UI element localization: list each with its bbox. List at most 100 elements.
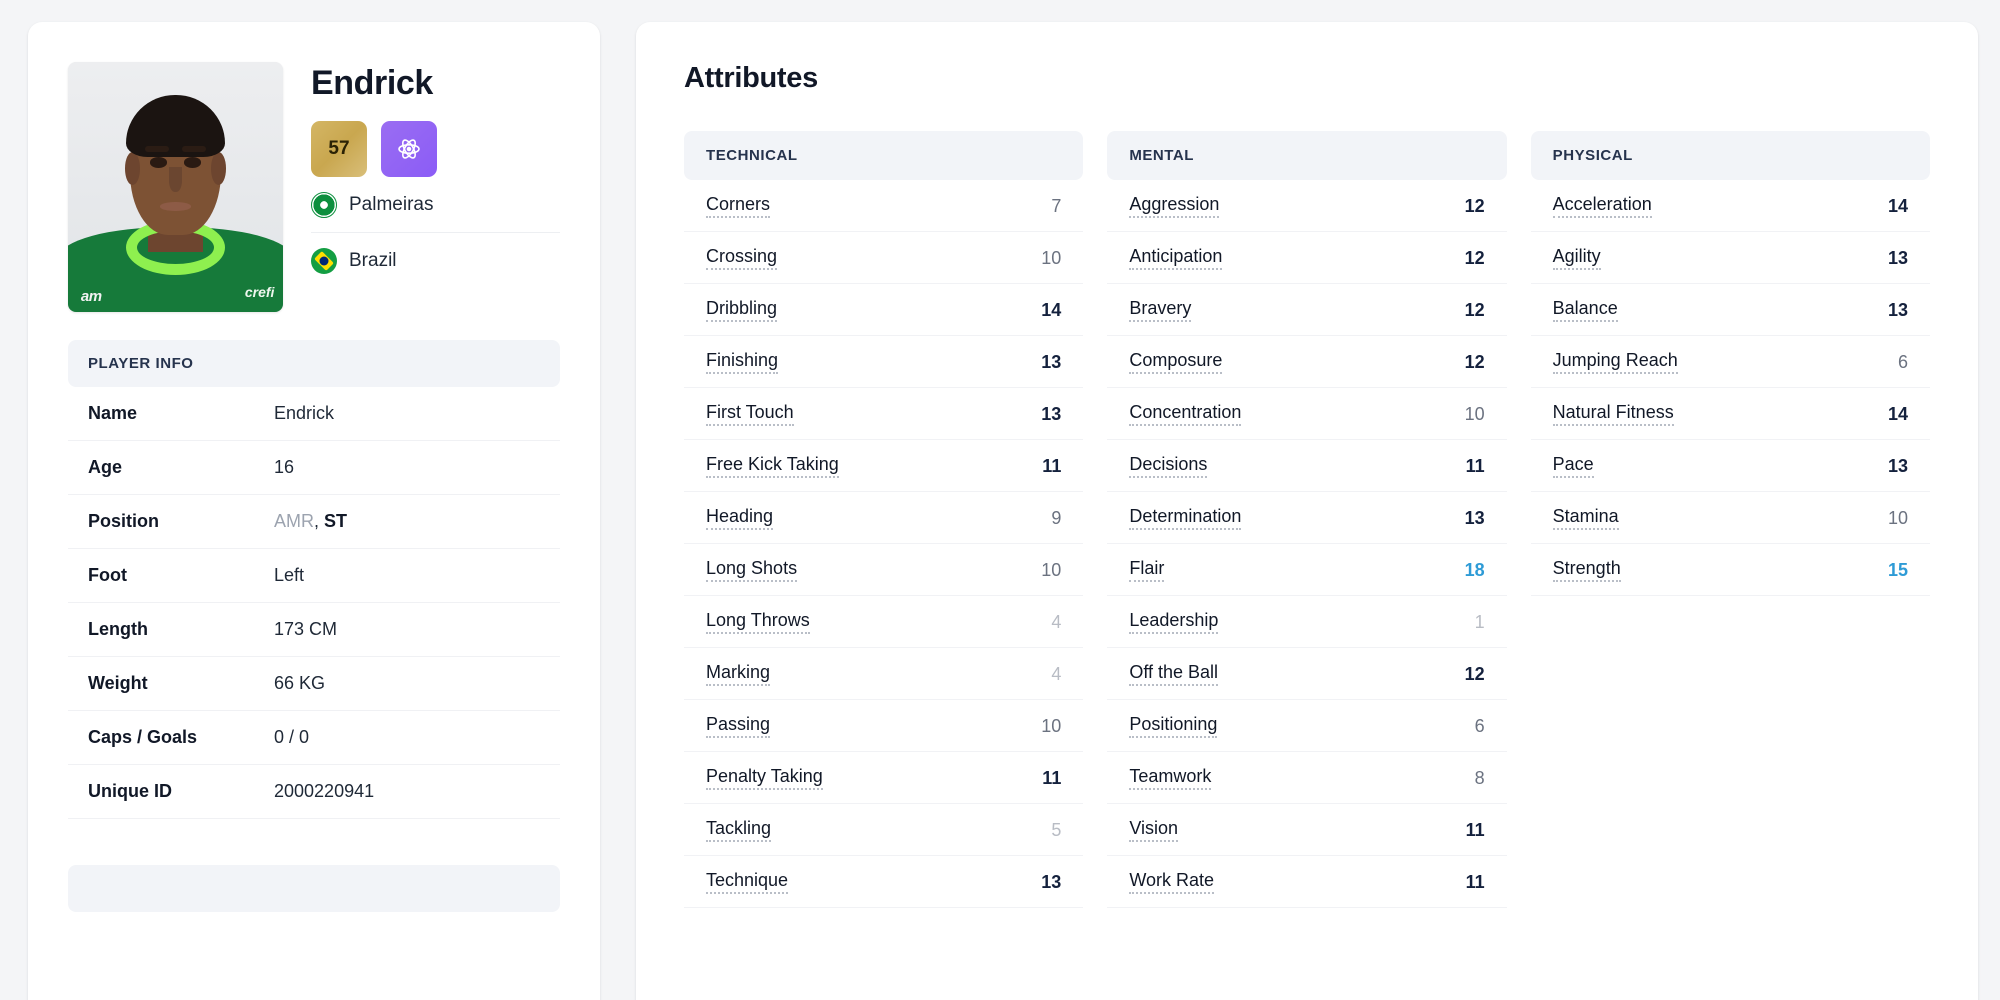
- attributes-title: Attributes: [684, 62, 818, 94]
- attribute-name[interactable]: Bravery: [1129, 298, 1192, 322]
- info-value: AMR, ST: [274, 511, 347, 532]
- info-value: 66 KG: [274, 673, 326, 693]
- attribute-name[interactable]: Long Shots: [706, 558, 798, 582]
- photo-eye-right: [184, 157, 202, 168]
- attribute-row: Work Rate 11: [1107, 856, 1507, 908]
- attribute-row: Finishing 13: [684, 336, 1084, 388]
- attribute-name[interactable]: Work Rate: [1129, 870, 1215, 894]
- club-row[interactable]: Palmeiras: [311, 177, 560, 233]
- attribute-name[interactable]: Acceleration: [1552, 194, 1652, 218]
- attribute-name[interactable]: Crossing: [706, 246, 778, 270]
- current-ability-badge[interactable]: 57: [311, 121, 367, 177]
- attribute-value: 14: [1041, 299, 1062, 320]
- attribute-row: Jumping Reach 6: [1530, 336, 1930, 388]
- column-heading: TECHNICAL: [684, 131, 1084, 180]
- attribute-name[interactable]: Teamwork: [1129, 766, 1212, 790]
- position-separator: ,: [314, 511, 325, 531]
- attribute-name[interactable]: Stamina: [1552, 506, 1619, 530]
- attribute-row: Positioning 6: [1107, 700, 1507, 752]
- info-row-foot: Foot Left: [68, 549, 560, 603]
- info-row-unique-id: Unique ID 2000220941: [68, 765, 560, 819]
- attribute-row: Acceleration 14: [1530, 180, 1930, 232]
- player-profile-page: am crefi Endrick 57 Palmeiras Brazil PLA…: [0, 0, 2000, 1000]
- attribute-name[interactable]: Dribbling: [706, 298, 778, 322]
- attribute-column-physical: PHYSICAL Acceleration 14 Agility 13 Balance 1…: [1530, 131, 1930, 908]
- attribute-name[interactable]: Marking: [706, 662, 771, 686]
- attribute-name[interactable]: Technique: [706, 870, 789, 894]
- nation-row[interactable]: Brazil: [311, 233, 560, 288]
- attribute-value: 13: [1887, 247, 1908, 268]
- attribute-name[interactable]: Finishing: [706, 350, 779, 374]
- attribute-value: 9: [1051, 507, 1062, 528]
- attribute-value: 10: [1041, 715, 1062, 736]
- attribute-value: 12: [1464, 351, 1485, 372]
- attribute-row: Bravery 12: [1107, 284, 1507, 336]
- attribute-name[interactable]: Penalty Taking: [706, 766, 823, 790]
- attribute-value: 13: [1041, 351, 1062, 372]
- player-photo: am crefi: [68, 62, 283, 312]
- attribute-name[interactable]: Anticipation: [1129, 246, 1223, 270]
- attribute-value: 4: [1051, 663, 1062, 684]
- attribute-value: 6: [1897, 351, 1908, 372]
- attribute-value: 14: [1887, 195, 1908, 216]
- attribute-list-mental: Aggression 12 Anticipation 12 Bravery 12 Compo…: [1107, 180, 1507, 908]
- attribute-name[interactable]: Balance: [1552, 298, 1618, 322]
- info-value: 0 / 0: [274, 727, 310, 747]
- potential-ability-badge[interactable]: [381, 121, 437, 177]
- attribute-column-mental: MENTAL Aggression 12 Anticipation 12 Bravery…: [1107, 131, 1507, 908]
- attribute-row: Stamina 10: [1530, 492, 1930, 544]
- attribute-name[interactable]: Natural Fitness: [1552, 402, 1674, 426]
- attribute-name[interactable]: Free Kick Taking: [706, 454, 839, 478]
- photo-mouth: [160, 202, 191, 211]
- attribute-value: 11: [1042, 455, 1062, 476]
- attribute-row: Free Kick Taking 11: [684, 440, 1084, 492]
- attribute-value: 18: [1464, 559, 1485, 580]
- info-value: 2000220941: [274, 781, 375, 801]
- attribute-row: Aggression 12: [1107, 180, 1507, 232]
- player-info-heading: PLAYER INFO: [68, 340, 560, 387]
- attribute-name[interactable]: Corners: [706, 194, 771, 218]
- attribute-name[interactable]: Passing: [706, 714, 771, 738]
- attribute-name[interactable]: Pace: [1552, 454, 1594, 478]
- attribute-name[interactable]: Composure: [1129, 350, 1223, 374]
- attribute-name[interactable]: Positioning: [1129, 714, 1218, 738]
- attribute-name[interactable]: Flair: [1129, 558, 1165, 582]
- attribute-value: 8: [1474, 767, 1485, 788]
- photo-sponsor-left: am: [80, 287, 102, 305]
- attribute-value: 11: [1042, 767, 1062, 788]
- attribute-name[interactable]: Decisions: [1129, 454, 1208, 478]
- attribute-value: 15: [1887, 559, 1908, 580]
- attribute-row: Agility 13: [1530, 232, 1930, 284]
- attribute-row: Anticipation 12: [1107, 232, 1507, 284]
- attribute-row: Strength 15: [1530, 544, 1930, 596]
- attributes-card: Attributes TECHNICAL Corners 7 Crossing 10 D…: [636, 22, 1978, 1000]
- attribute-name[interactable]: Strength: [1552, 558, 1621, 582]
- attribute-value: 14: [1887, 403, 1908, 424]
- info-row-age: Age 16: [68, 441, 560, 495]
- info-row-weight: Weight 66 KG: [68, 657, 560, 711]
- attribute-name[interactable]: Long Throws: [706, 610, 810, 634]
- attribute-name[interactable]: Leadership: [1129, 610, 1219, 634]
- info-row-position: Position AMR, ST: [68, 495, 560, 549]
- attribute-name[interactable]: Heading: [706, 506, 774, 530]
- attribute-name[interactable]: First Touch: [706, 402, 794, 426]
- attribute-name[interactable]: Tackling: [706, 818, 772, 842]
- attribute-name[interactable]: Vision: [1129, 818, 1179, 842]
- attribute-value: 1: [1474, 611, 1485, 632]
- attribute-value: 11: [1465, 455, 1485, 476]
- attribute-row: Concentration 10: [1107, 388, 1507, 440]
- player-name: Endrick: [311, 64, 433, 102]
- attribute-row: Dribbling 14: [684, 284, 1084, 336]
- brazil-flag-icon: [311, 248, 337, 274]
- attribute-name[interactable]: Determination: [1129, 506, 1242, 530]
- attribute-name[interactable]: Off the Ball: [1129, 662, 1219, 686]
- attribute-name[interactable]: Aggression: [1129, 194, 1220, 218]
- attribute-value: 10: [1041, 559, 1062, 580]
- attribute-value: 5: [1051, 819, 1062, 840]
- club-name: Palmeiras: [349, 194, 434, 215]
- attribute-name[interactable]: Jumping Reach: [1552, 350, 1678, 374]
- player-header: am crefi Endrick 57 Palmeiras Brazil: [68, 62, 560, 312]
- attribute-name[interactable]: Agility: [1552, 246, 1601, 270]
- attribute-name[interactable]: Concentration: [1129, 402, 1242, 426]
- attribute-row: Long Shots 10: [684, 544, 1084, 596]
